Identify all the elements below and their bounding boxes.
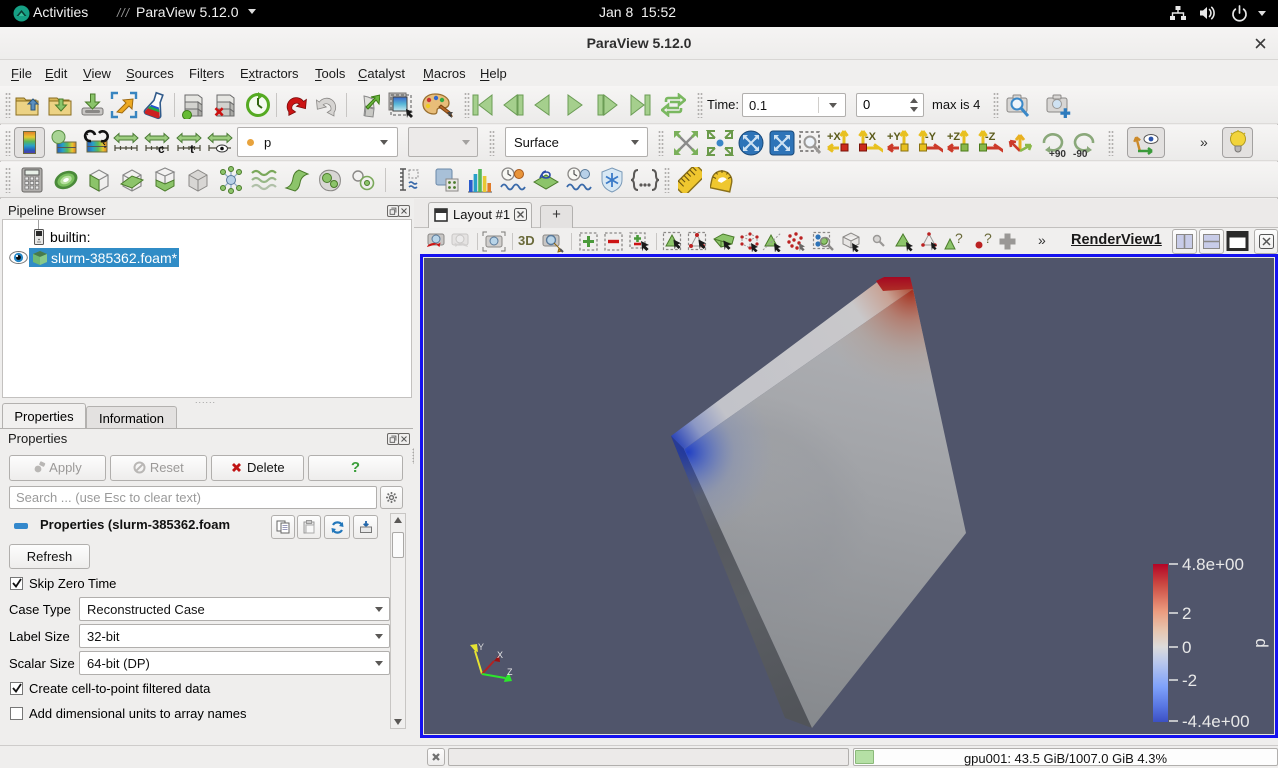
- svg-text:?: ?: [955, 231, 963, 246]
- svg-text:Y: Y: [478, 642, 484, 652]
- svg-text:c: c: [158, 142, 165, 154]
- svg-text:4.8e+00: 4.8e+00: [1182, 555, 1244, 574]
- svg-text:-Y: -Y: [925, 131, 937, 143]
- svg-text:-4.4e+00: -4.4e+00: [1182, 712, 1250, 731]
- svg-text:+90: +90: [1049, 149, 1066, 158]
- svg-text:+Y: +Y: [887, 131, 901, 143]
- svg-text:-Z: -Z: [985, 131, 996, 143]
- svg-text:0: 0: [1182, 638, 1191, 657]
- svg-text:t: t: [190, 142, 194, 154]
- svg-text:2: 2: [1182, 604, 1191, 623]
- svg-text:p: p: [1250, 638, 1269, 647]
- svg-text:X: X: [497, 650, 503, 660]
- svg-text:-90: -90: [1073, 149, 1088, 158]
- svg-text:-X: -X: [865, 131, 877, 143]
- svg-text:?: ?: [984, 231, 992, 246]
- svg-text:+X: +X: [827, 131, 841, 143]
- svg-text:Z: Z: [507, 667, 513, 677]
- svg-text:+Z: +Z: [947, 131, 960, 143]
- svg-text:-2: -2: [1182, 671, 1197, 690]
